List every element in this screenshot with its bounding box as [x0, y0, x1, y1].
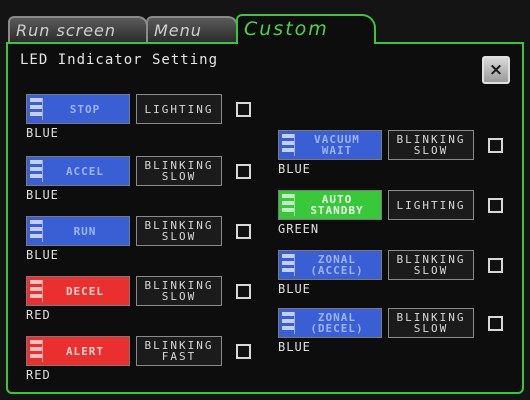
led-bars-icon [30, 160, 43, 182]
led-name: STOP [69, 102, 101, 116]
select-checkbox[interactable] [236, 284, 251, 299]
close-button[interactable]: × [482, 56, 510, 84]
led-bars-icon [282, 134, 295, 156]
color-label: BLUE [278, 162, 311, 176]
color-label: GREEN [278, 222, 320, 236]
select-checkbox[interactable] [236, 102, 251, 117]
led-indicator-button[interactable]: ZONAL (ACCEL) [278, 250, 382, 280]
mode-button[interactable]: BLINKING SLOW [388, 130, 474, 160]
mode-button[interactable]: BLINKING SLOW [136, 216, 222, 246]
led-indicator-button[interactable]: ZONAL (DECEL) [278, 308, 382, 338]
led-indicator-button[interactable]: DECEL [26, 276, 130, 306]
led-bars-icon [30, 280, 43, 302]
mode-button[interactable]: BLINKING SLOW [388, 250, 474, 280]
select-checkbox[interactable] [488, 138, 503, 153]
mode-button[interactable]: LIGHTING [136, 94, 222, 124]
led-bars-icon [30, 98, 43, 120]
select-checkbox[interactable] [488, 316, 503, 331]
led-indicator-button[interactable]: AUTO STANDBY [278, 190, 382, 220]
select-checkbox[interactable] [236, 224, 251, 239]
led-indicator-button[interactable]: STOP [26, 94, 130, 124]
led-name: ZONAL (DECEL) [310, 311, 364, 335]
tab-custom[interactable]: Custom [236, 14, 376, 44]
color-label: BLUE [26, 126, 59, 140]
color-label: RED [26, 308, 51, 322]
color-label: BLUE [278, 340, 311, 354]
mode-button[interactable]: LIGHTING [388, 190, 474, 220]
custom-panel: LED Indicator Setting × STOP LIGHTING BL… [6, 42, 524, 394]
select-checkbox[interactable] [236, 344, 251, 359]
led-indicator-screen: Run screen Menu Custom LED Indicator Set… [0, 0, 530, 400]
led-bars-icon [282, 312, 295, 334]
led-name: ZONAL (ACCEL) [310, 253, 364, 277]
led-bars-icon [30, 340, 43, 362]
tab-run-screen[interactable]: Run screen [8, 16, 148, 42]
led-name: RUN [73, 224, 97, 238]
led-name: ALERT [65, 344, 105, 358]
tab-menu[interactable]: Menu [146, 16, 238, 42]
color-label: BLUE [278, 282, 311, 296]
led-name: AUTO STANDBY [310, 193, 364, 217]
select-checkbox[interactable] [488, 198, 503, 213]
led-name: VACUUM WAIT [314, 133, 360, 157]
led-indicator-button[interactable]: ALERT [26, 336, 130, 366]
led-bars-icon [282, 194, 295, 216]
mode-button[interactable]: BLINKING FAST [136, 336, 222, 366]
mode-button[interactable]: BLINKING SLOW [388, 308, 474, 338]
panel-title: LED Indicator Setting [20, 52, 219, 68]
mode-button[interactable]: BLINKING SLOW [136, 156, 222, 186]
led-bars-icon [282, 254, 295, 276]
led-indicator-button[interactable]: RUN [26, 216, 130, 246]
led-name: DECEL [65, 284, 105, 298]
color-label: RED [26, 368, 51, 382]
led-bars-icon [30, 220, 43, 242]
led-name: ACCEL [65, 164, 105, 178]
color-label: BLUE [26, 188, 59, 202]
color-label: BLUE [26, 248, 59, 262]
select-checkbox[interactable] [236, 164, 251, 179]
led-indicator-button[interactable]: ACCEL [26, 156, 130, 186]
mode-button[interactable]: BLINKING SLOW [136, 276, 222, 306]
select-checkbox[interactable] [488, 258, 503, 273]
led-indicator-button[interactable]: VACUUM WAIT [278, 130, 382, 160]
